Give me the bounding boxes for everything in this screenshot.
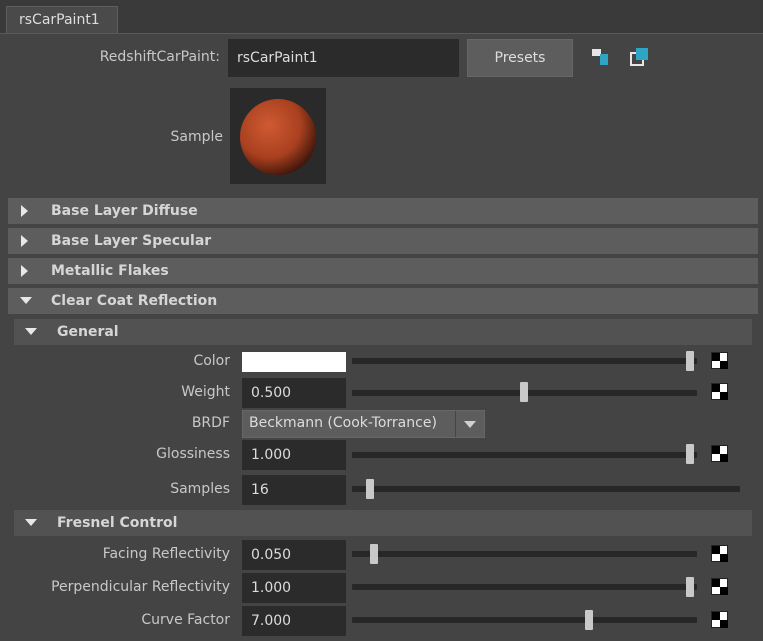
samples-field[interactable]: 16: [242, 475, 346, 505]
facing-reflectivity-map-icon[interactable]: [711, 545, 728, 562]
color-label: Color: [193, 353, 230, 369]
section-base-layer-specular[interactable]: Base Layer Specular: [8, 228, 758, 254]
dropdown-divider: [455, 411, 456, 437]
curve-factor-label: Curve Factor: [141, 612, 230, 628]
collapse-arrow-icon: [25, 519, 37, 526]
glossiness-slider-track[interactable]: [352, 452, 697, 458]
brdf-value: Beckmann (Cook-Torrance): [249, 415, 437, 431]
curve-factor-field[interactable]: 7.000: [242, 606, 346, 636]
color-slider-track[interactable]: [352, 358, 697, 364]
copy-tab-icon[interactable]: [629, 47, 651, 67]
perpendicular-reflectivity-field[interactable]: 1.000: [242, 573, 346, 603]
curve-factor-slider-track[interactable]: [352, 617, 697, 623]
color-swatch[interactable]: [242, 352, 346, 372]
subsection-title: Fresnel Control: [57, 515, 178, 531]
subsection-general[interactable]: General: [14, 319, 752, 345]
section-title: Metallic Flakes: [51, 263, 169, 279]
node-name-field[interactable]: rsCarPaint1: [228, 39, 459, 77]
facing-reflectivity-label: Facing Reflectivity: [102, 546, 230, 562]
weight-slider-handle[interactable]: [520, 382, 528, 402]
facing-reflectivity-field[interactable]: 0.050: [242, 540, 346, 570]
perpendicular-reflectivity-slider-track[interactable]: [352, 584, 697, 590]
expand-arrow-icon: [21, 205, 28, 217]
tab-rscarpaint1[interactable]: rsCarPaint1: [6, 6, 118, 34]
collapse-arrow-icon: [20, 297, 32, 304]
samples-label: Samples: [170, 481, 230, 497]
glossiness-field[interactable]: 1.000: [242, 440, 346, 470]
glossiness-map-icon[interactable]: [711, 445, 728, 462]
perpendicular-reflectivity-label: Perpendicular Reflectivity: [51, 579, 230, 595]
glossiness-slider-handle[interactable]: [686, 444, 694, 464]
node-type-label: RedshiftCarPaint:: [99, 49, 220, 65]
sample-label: Sample: [170, 129, 224, 145]
brdf-dropdown[interactable]: Beckmann (Cook-Torrance): [242, 410, 485, 438]
chevron-down-icon: [464, 421, 476, 428]
section-metallic-flakes[interactable]: Metallic Flakes: [8, 258, 758, 284]
facing-reflectivity-slider-track[interactable]: [352, 551, 697, 557]
color-slider-handle[interactable]: [686, 351, 694, 371]
perpendicular-reflectivity-map-icon[interactable]: [711, 578, 728, 595]
subsection-title: General: [57, 324, 119, 340]
weight-field[interactable]: 0.500: [242, 378, 346, 408]
curve-factor-slider-handle[interactable]: [585, 610, 593, 630]
section-base-layer-diffuse[interactable]: Base Layer Diffuse: [8, 198, 758, 224]
facing-reflectivity-slider-handle[interactable]: [370, 544, 378, 564]
brdf-label: BRDF: [191, 415, 230, 431]
color-map-icon[interactable]: [711, 352, 728, 369]
curve-factor-map-icon[interactable]: [711, 611, 728, 628]
expand-arrow-icon: [21, 265, 28, 277]
section-clear-coat-reflection[interactable]: Clear Coat Reflection: [8, 288, 758, 314]
samples-slider-handle[interactable]: [366, 479, 374, 499]
presets-button[interactable]: Presets: [467, 39, 573, 77]
weight-label: Weight: [181, 384, 230, 400]
section-title: Clear Coat Reflection: [51, 293, 218, 309]
perpendicular-reflectivity-slider-handle[interactable]: [686, 577, 694, 597]
sample-swatch[interactable]: [230, 88, 326, 184]
show-input-output-icon[interactable]: [590, 47, 610, 67]
section-title: Base Layer Specular: [51, 233, 212, 249]
weight-map-icon[interactable]: [711, 383, 728, 400]
section-title: Base Layer Diffuse: [51, 203, 198, 219]
expand-arrow-icon: [21, 235, 28, 247]
subsection-fresnel-control[interactable]: Fresnel Control: [14, 510, 752, 536]
tab-divider: [0, 33, 763, 34]
collapse-arrow-icon: [25, 328, 37, 335]
glossiness-label: Glossiness: [156, 446, 230, 462]
samples-slider-track[interactable]: [352, 486, 740, 492]
